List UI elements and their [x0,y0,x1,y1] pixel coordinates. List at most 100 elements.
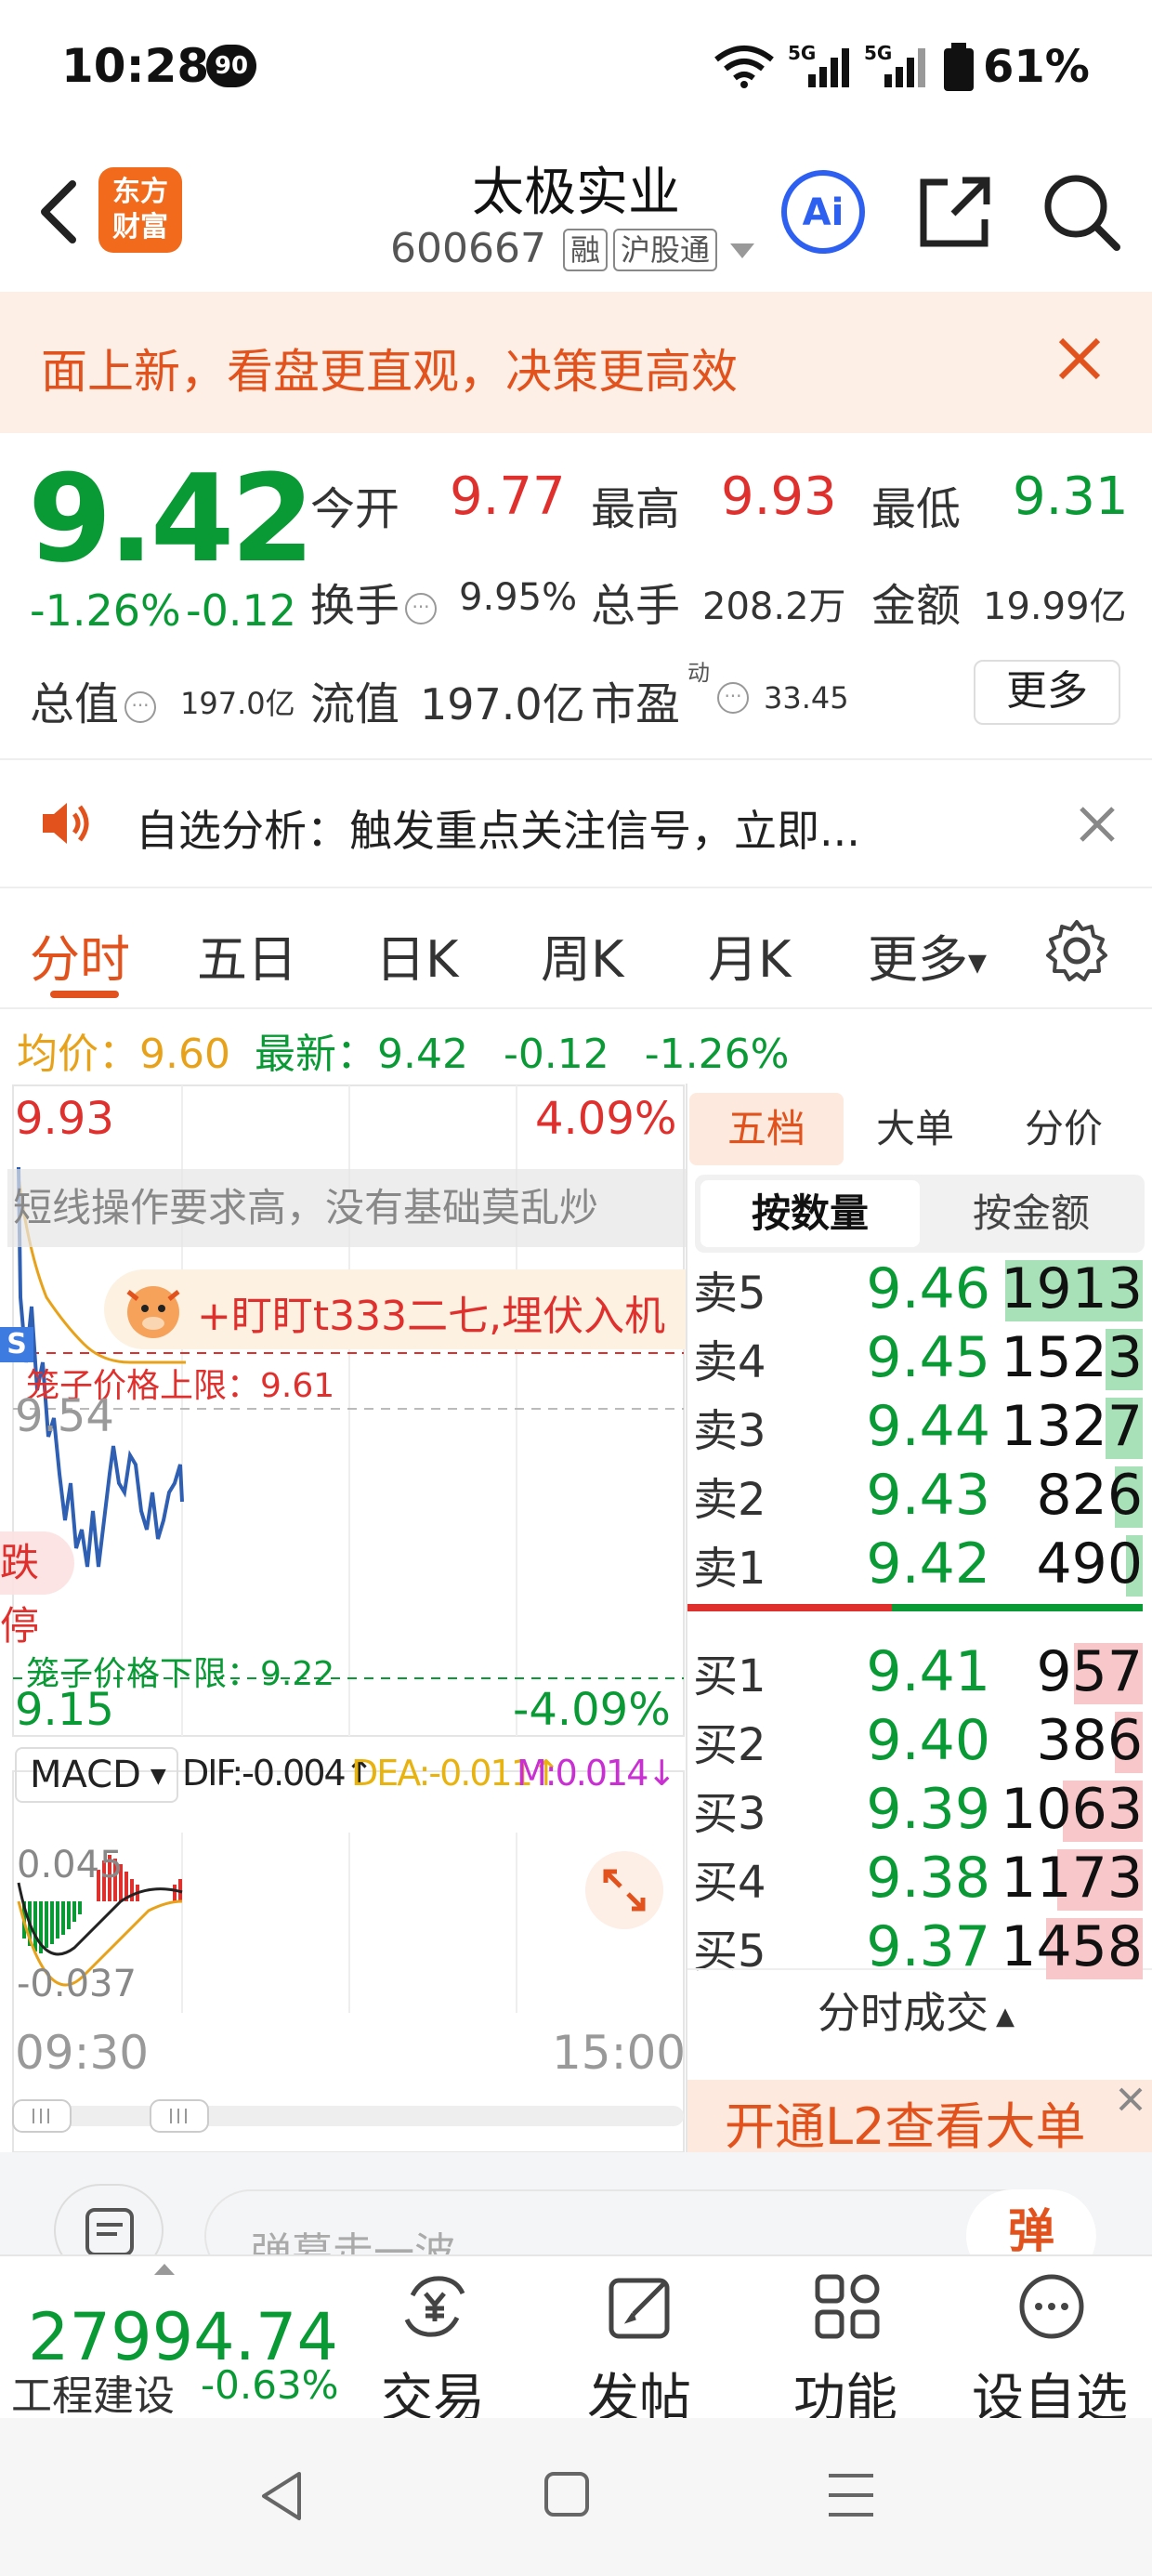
sell-ratio-bar [892,1604,1143,1611]
mktcap-value: 197.0亿 [180,686,295,721]
tab-monthly-k[interactable]: 月K [708,918,791,992]
row-volume: 1063 [1001,1777,1143,1842]
order-book: 五档 大单 分价 按数量 按金额 卖5 9.46 1913 卖4 9.45 1523 卖… [687,1084,1152,2156]
toggle-by-amount[interactable]: 按金额 [922,1180,1141,1247]
risk-notice: 短线操作要求高，没有基础莫乱炒 [7,1169,686,1247]
system-nav-bar [0,2418,1152,2576]
buy-row-1[interactable]: 买1 9.41 957 [687,1639,1143,1708]
expand-icon [603,1869,646,1912]
close-icon[interactable] [1074,801,1120,848]
row-volume: 826 [1036,1463,1143,1528]
book-toggle: 按数量 按金额 [695,1175,1145,1253]
book-tab-large-order[interactable]: 大单 [845,1093,985,1165]
sell-row-2[interactable]: 卖2 9.43 826 [687,1463,1143,1531]
row-price: 9.45 [866,1325,990,1390]
gear-icon[interactable] [1044,918,1109,983]
tab-daily-k[interactable]: 日K [375,918,458,992]
more-button[interactable]: 更多 [974,660,1120,725]
sell-row-4[interactable]: 卖4 9.45 1523 [687,1325,1143,1394]
info-dots-icon[interactable]: ··· [124,691,157,723]
alert-text: 自选分析：触发重点关注信号，立即... [136,806,860,856]
nav-add-watchlist[interactable]: 设自选 [966,2271,1133,2429]
info-dots-icon[interactable]: ··· [717,682,749,714]
latest-label: 最新： [254,1031,377,1078]
s-badge[interactable]: S [0,1327,33,1362]
battery-percent: 61% [983,41,1090,93]
sell-row-1[interactable]: 卖1 9.42 490 [687,1531,1143,1600]
book-tab-price-dist[interactable]: 分价 [985,1093,1143,1165]
tab-weekly-k[interactable]: 周K [541,918,623,992]
index-change: -0.63% [201,2362,339,2408]
ai-icon[interactable]: Ai [779,167,868,256]
comment-bar: 弹幕走一波 弹 [0,2152,1152,2282]
turnover-label-text: 换手 [310,580,400,632]
divider [0,887,1152,888]
low-value: 9.31 [1013,467,1129,527]
row-volume: 957 [1036,1639,1143,1704]
note-icon [85,2208,134,2256]
row-label: 买2 [693,1719,766,1771]
latest-change: -0.12 [503,1031,609,1078]
more-dots-icon [1019,2274,1084,2339]
chevron-up-icon[interactable] [152,2262,177,2277]
avg-price-line: 均价：9.60 最新：9.42 -0.12 -1.26% [17,1020,789,1080]
trade-detail-link[interactable]: 分时成交 ▲ [818,1979,1015,2041]
open-value: 9.77 [450,467,566,527]
row-price: 9.38 [866,1846,990,1911]
active-tab-indicator [50,991,119,998]
search-icon[interactable] [1037,167,1126,256]
book-tab-five-level[interactable]: 五档 [689,1093,844,1165]
amount-label: 金额 [871,580,962,632]
home-square-icon[interactable] [543,2470,591,2518]
book-ratio-divider [687,1604,1143,1611]
intraday-chart[interactable]: 9.93 4.09% 短线操作要求高，没有基础莫乱炒 +盯盯t333二七,埋伏入… [0,1084,687,2152]
dropdown-triangle-icon[interactable] [728,242,756,260]
macd-top-value: 0.045 [17,1844,124,1886]
l2-upgrade-banner[interactable]: 开通L2查看大单 [687,2080,1152,2156]
share-icon[interactable] [910,167,1000,256]
row-price: 9.43 [866,1463,990,1528]
row-label: 卖2 [693,1474,766,1526]
indicator-select-value: MACD [30,1754,141,1796]
edit-icon [609,2278,670,2339]
promo-banner[interactable]: 面上新，看盘更直观，决策更高效 [0,292,1152,433]
info-dots-icon[interactable]: ··· [405,593,438,624]
tab-intraday[interactable]: 分时 [30,918,130,992]
time-end: 15:00 [552,2026,687,2080]
cow-mascot-icon [126,1286,180,1338]
index-name: 工程建设 [11,2372,175,2420]
chevron-down-icon: ▼ [150,1765,166,1788]
nav-post[interactable]: 发帖 [556,2271,723,2429]
indicator-select[interactable]: MACD ▼ [15,1747,178,1803]
nav-trade[interactable]: 交易 [349,2271,517,2429]
limit-down-tag[interactable]: 跌停 [0,1531,74,1649]
nav-functions[interactable]: 功能 [762,2271,929,2429]
row-volume: 1173 [1001,1846,1143,1911]
menu-lines-icon[interactable] [827,2472,875,2518]
float-label: 流值 [310,678,400,730]
promo-bubble[interactable]: +盯盯t333二七,埋伏入机 [104,1269,687,1349]
sell-row-3[interactable]: 卖3 9.44 1327 [687,1394,1143,1463]
tab-five-day[interactable]: 五日 [197,918,297,992]
quote-panel: 9.42 -1.26% -0.12 今开 9.77 最高 9.93 最低 9.3… [0,437,1152,753]
banner-text: 面上新，看盘更直观，决策更高效 [41,345,738,399]
sell-row-5[interactable]: 卖5 9.46 1913 [687,1256,1143,1325]
speaker-icon [43,803,89,844]
turnover-value: 9.95% [459,576,578,619]
buy-row-2[interactable]: 买2 9.40 386 [687,1708,1143,1777]
buy-row-3[interactable]: 买3 9.39 1063 [687,1777,1143,1846]
chevron-down-icon: ▼ [968,949,987,978]
tab-more[interactable]: 更多▼ [868,918,987,992]
expand-button[interactable] [585,1851,663,1929]
back-triangle-icon[interactable] [258,2470,305,2522]
l2-text: 开通L2查看大单 [725,2097,1086,2156]
close-icon[interactable] [1115,2083,1146,2115]
alert-bar[interactable]: 自选分析：触发重点关注信号，立即... [0,760,1152,885]
row-volume: 1913 [1001,1256,1143,1321]
avg-value: 9.60 [139,1031,230,1078]
toggle-by-quantity[interactable]: 按数量 [700,1180,920,1247]
buy-row-5[interactable]: 买5 9.37 1458 [687,1914,1143,1983]
buy-row-4[interactable]: 买4 9.38 1173 [687,1846,1143,1914]
close-icon[interactable] [1052,331,1107,387]
mktcap-label: 总值 ··· [30,667,162,732]
